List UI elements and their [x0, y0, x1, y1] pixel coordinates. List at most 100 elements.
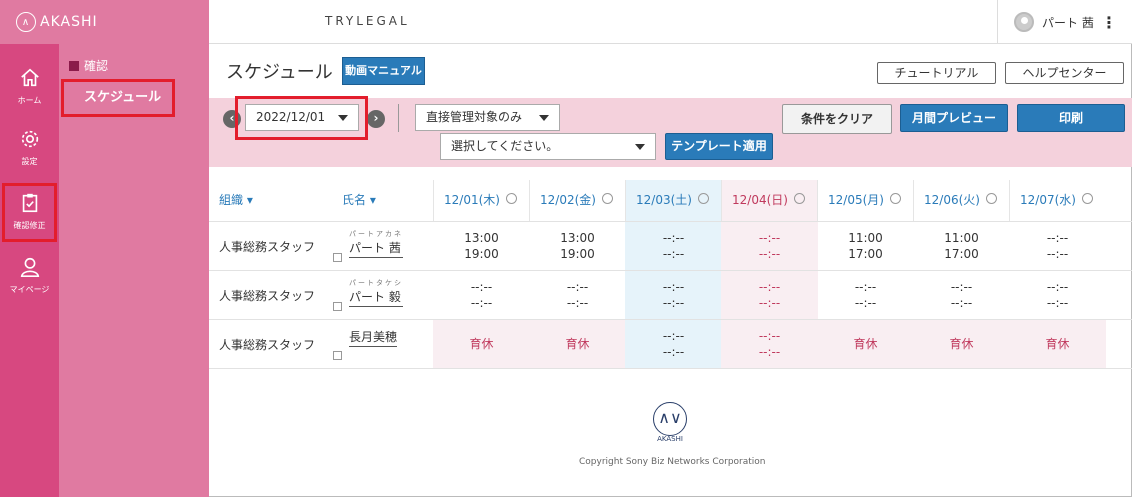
sidebar-item-label: 設定	[21, 157, 38, 166]
name-header[interactable]: 氏名 ▾	[342, 180, 376, 221]
subnav-category[interactable]: 確認	[69, 57, 108, 74]
schedule-cell[interactable]: --:-- --:--	[721, 222, 818, 270]
template-select[interactable]: 選択してください。	[440, 133, 656, 160]
org-cell: 人事総務スタッフ	[219, 289, 316, 303]
person-icon	[20, 257, 39, 277]
schedule-cell[interactable]: --:-- --:--	[1009, 271, 1106, 319]
schedule-value: --:--	[662, 247, 685, 261]
scope-select[interactable]: 直接管理対象のみ	[415, 104, 560, 131]
schedule-cell[interactable]: --:-- --:--	[817, 271, 914, 319]
chevron-down-circle-icon[interactable]	[793, 193, 805, 204]
schedule-value: 19:00	[560, 247, 595, 261]
day-header[interactable]: 12/01(木)	[433, 180, 529, 221]
help-center-button[interactable]: ヘルプセンター	[1005, 62, 1124, 84]
schedule-value: --:--	[758, 247, 781, 261]
user-menu[interactable]: パート 茜 ⋮	[997, 0, 1132, 44]
chevron-down-icon	[539, 115, 549, 121]
day-header[interactable]: 12/05(月)	[817, 180, 913, 221]
schedule-value: --:--	[566, 280, 589, 294]
highlight-box-date	[235, 96, 368, 140]
schedule-value: --:--	[566, 296, 589, 310]
schedule-cell[interactable]: --:-- --:--	[625, 320, 722, 368]
chevron-down-circle-icon[interactable]	[697, 193, 709, 204]
schedule-cell[interactable]: --:-- --:--	[625, 222, 722, 270]
schedule-cell[interactable]: 13:00 19:00	[433, 222, 530, 270]
next-date-button[interactable]: ›	[367, 110, 385, 128]
footer-logo-icon: ∧∨	[653, 402, 687, 436]
name-link[interactable]: パート 毅	[349, 288, 403, 307]
chevron-down-circle-icon[interactable]	[505, 193, 517, 204]
chevron-down-circle-icon[interactable]	[1081, 193, 1093, 204]
schedule-cell[interactable]: 育休	[529, 320, 626, 368]
sidebar-item-mypage[interactable]: マイページ	[0, 256, 59, 295]
day-header[interactable]: 12/04(日)	[721, 180, 817, 221]
schedule-value: --:--	[854, 296, 877, 310]
row-checkbox[interactable]	[333, 302, 342, 311]
schedule-value: 育休	[469, 337, 494, 351]
monthly-preview-button[interactable]: 月間プレビュー	[900, 104, 1008, 132]
schedule-value: 13:00	[464, 231, 499, 245]
schedule-value: 19:00	[464, 247, 499, 261]
apply-template-button[interactable]: テンプレート適用	[665, 133, 773, 160]
scope-select-value: 直接管理対象のみ	[426, 110, 523, 124]
subnav-category-label: 確認	[84, 59, 109, 73]
org-cell: 人事総務スタッフ	[219, 240, 316, 254]
day-header[interactable]: 12/02(金)	[529, 180, 625, 221]
name-furigana: パートタケシ	[349, 279, 403, 287]
day-header[interactable]: 12/06(火)	[913, 180, 1009, 221]
schedule-value: --:--	[950, 296, 973, 310]
employee-name[interactable]: パートアカネ パート 茜	[349, 230, 403, 258]
top-header: TRYLEGAL パート 茜 ⋮	[209, 0, 1132, 44]
schedule-value: --:--	[758, 329, 781, 343]
row-checkbox[interactable]	[333, 351, 342, 360]
clear-conditions-button[interactable]: 条件をクリア	[782, 104, 892, 134]
day-header-label: 12/01(木)	[444, 193, 500, 207]
schedule-cell[interactable]: --:-- --:--	[721, 271, 818, 319]
schedule-cell[interactable]: 11:00 17:00	[913, 222, 1010, 270]
schedule-value: 17:00	[848, 247, 883, 261]
schedule-cell[interactable]: --:-- --:--	[529, 271, 626, 319]
schedule-value: --:--	[758, 296, 781, 310]
kebab-menu-icon[interactable]: ⋮	[1101, 13, 1117, 32]
schedule-cell[interactable]: --:-- --:--	[625, 271, 722, 319]
chevron-down-circle-icon[interactable]	[889, 193, 901, 204]
schedule-value: --:--	[662, 296, 685, 310]
schedule-value: 17:00	[944, 247, 979, 261]
day-header-label: 12/07(水)	[1020, 193, 1076, 207]
schedule-cell[interactable]: 13:00 19:00	[529, 222, 626, 270]
chevron-down-circle-icon[interactable]	[601, 193, 613, 204]
name-link[interactable]: パート 茜	[349, 239, 403, 258]
schedule-cell[interactable]: --:-- --:--	[1009, 222, 1106, 270]
schedule-cell[interactable]: 11:00 17:00	[817, 222, 914, 270]
schedule-cell[interactable]: --:-- --:--	[433, 271, 530, 319]
employee-name[interactable]: パートタケシ パート 毅	[349, 279, 403, 307]
schedule-value: --:--	[662, 345, 685, 359]
brand-name: TRYLEGAL	[325, 14, 410, 28]
schedule-value: --:--	[758, 231, 781, 245]
user-name: パート 茜	[1042, 15, 1094, 30]
day-header[interactable]: 12/03(土)	[625, 180, 721, 221]
schedule-cell[interactable]: 育休	[913, 320, 1010, 368]
org-header[interactable]: 組織 ▾	[219, 180, 253, 221]
name-link[interactable]: 長月美穂	[349, 328, 398, 347]
name-furigana: パートアカネ	[349, 230, 403, 238]
footer-logo-text: AKASHI	[657, 435, 683, 443]
org-header-label: 組織	[219, 193, 244, 207]
schedule-value: 育休	[1045, 337, 1070, 351]
schedule-value: 育休	[853, 337, 878, 351]
video-manual-button[interactable]: 動画マニュアル	[342, 57, 425, 85]
schedule-cell[interactable]: --:-- --:--	[721, 320, 818, 368]
row-checkbox[interactable]	[333, 253, 342, 262]
schedule-cell[interactable]: 育休	[1009, 320, 1106, 368]
tutorial-button[interactable]: チュートリアル	[877, 62, 996, 84]
sidebar-item-home[interactable]: ホーム	[0, 67, 59, 106]
app-logo[interactable]: ∧ AKASHI	[0, 0, 209, 44]
schedule-cell[interactable]: 育休	[433, 320, 530, 368]
print-button[interactable]: 印刷	[1017, 104, 1125, 132]
day-header[interactable]: 12/07(水)	[1009, 180, 1105, 221]
employee-name[interactable]: 長月美穂	[349, 328, 398, 347]
sidebar-item-settings[interactable]: 設定	[0, 128, 59, 167]
chevron-down-circle-icon[interactable]	[985, 193, 997, 204]
schedule-cell[interactable]: 育休	[817, 320, 914, 368]
schedule-cell[interactable]: --:-- --:--	[913, 271, 1010, 319]
